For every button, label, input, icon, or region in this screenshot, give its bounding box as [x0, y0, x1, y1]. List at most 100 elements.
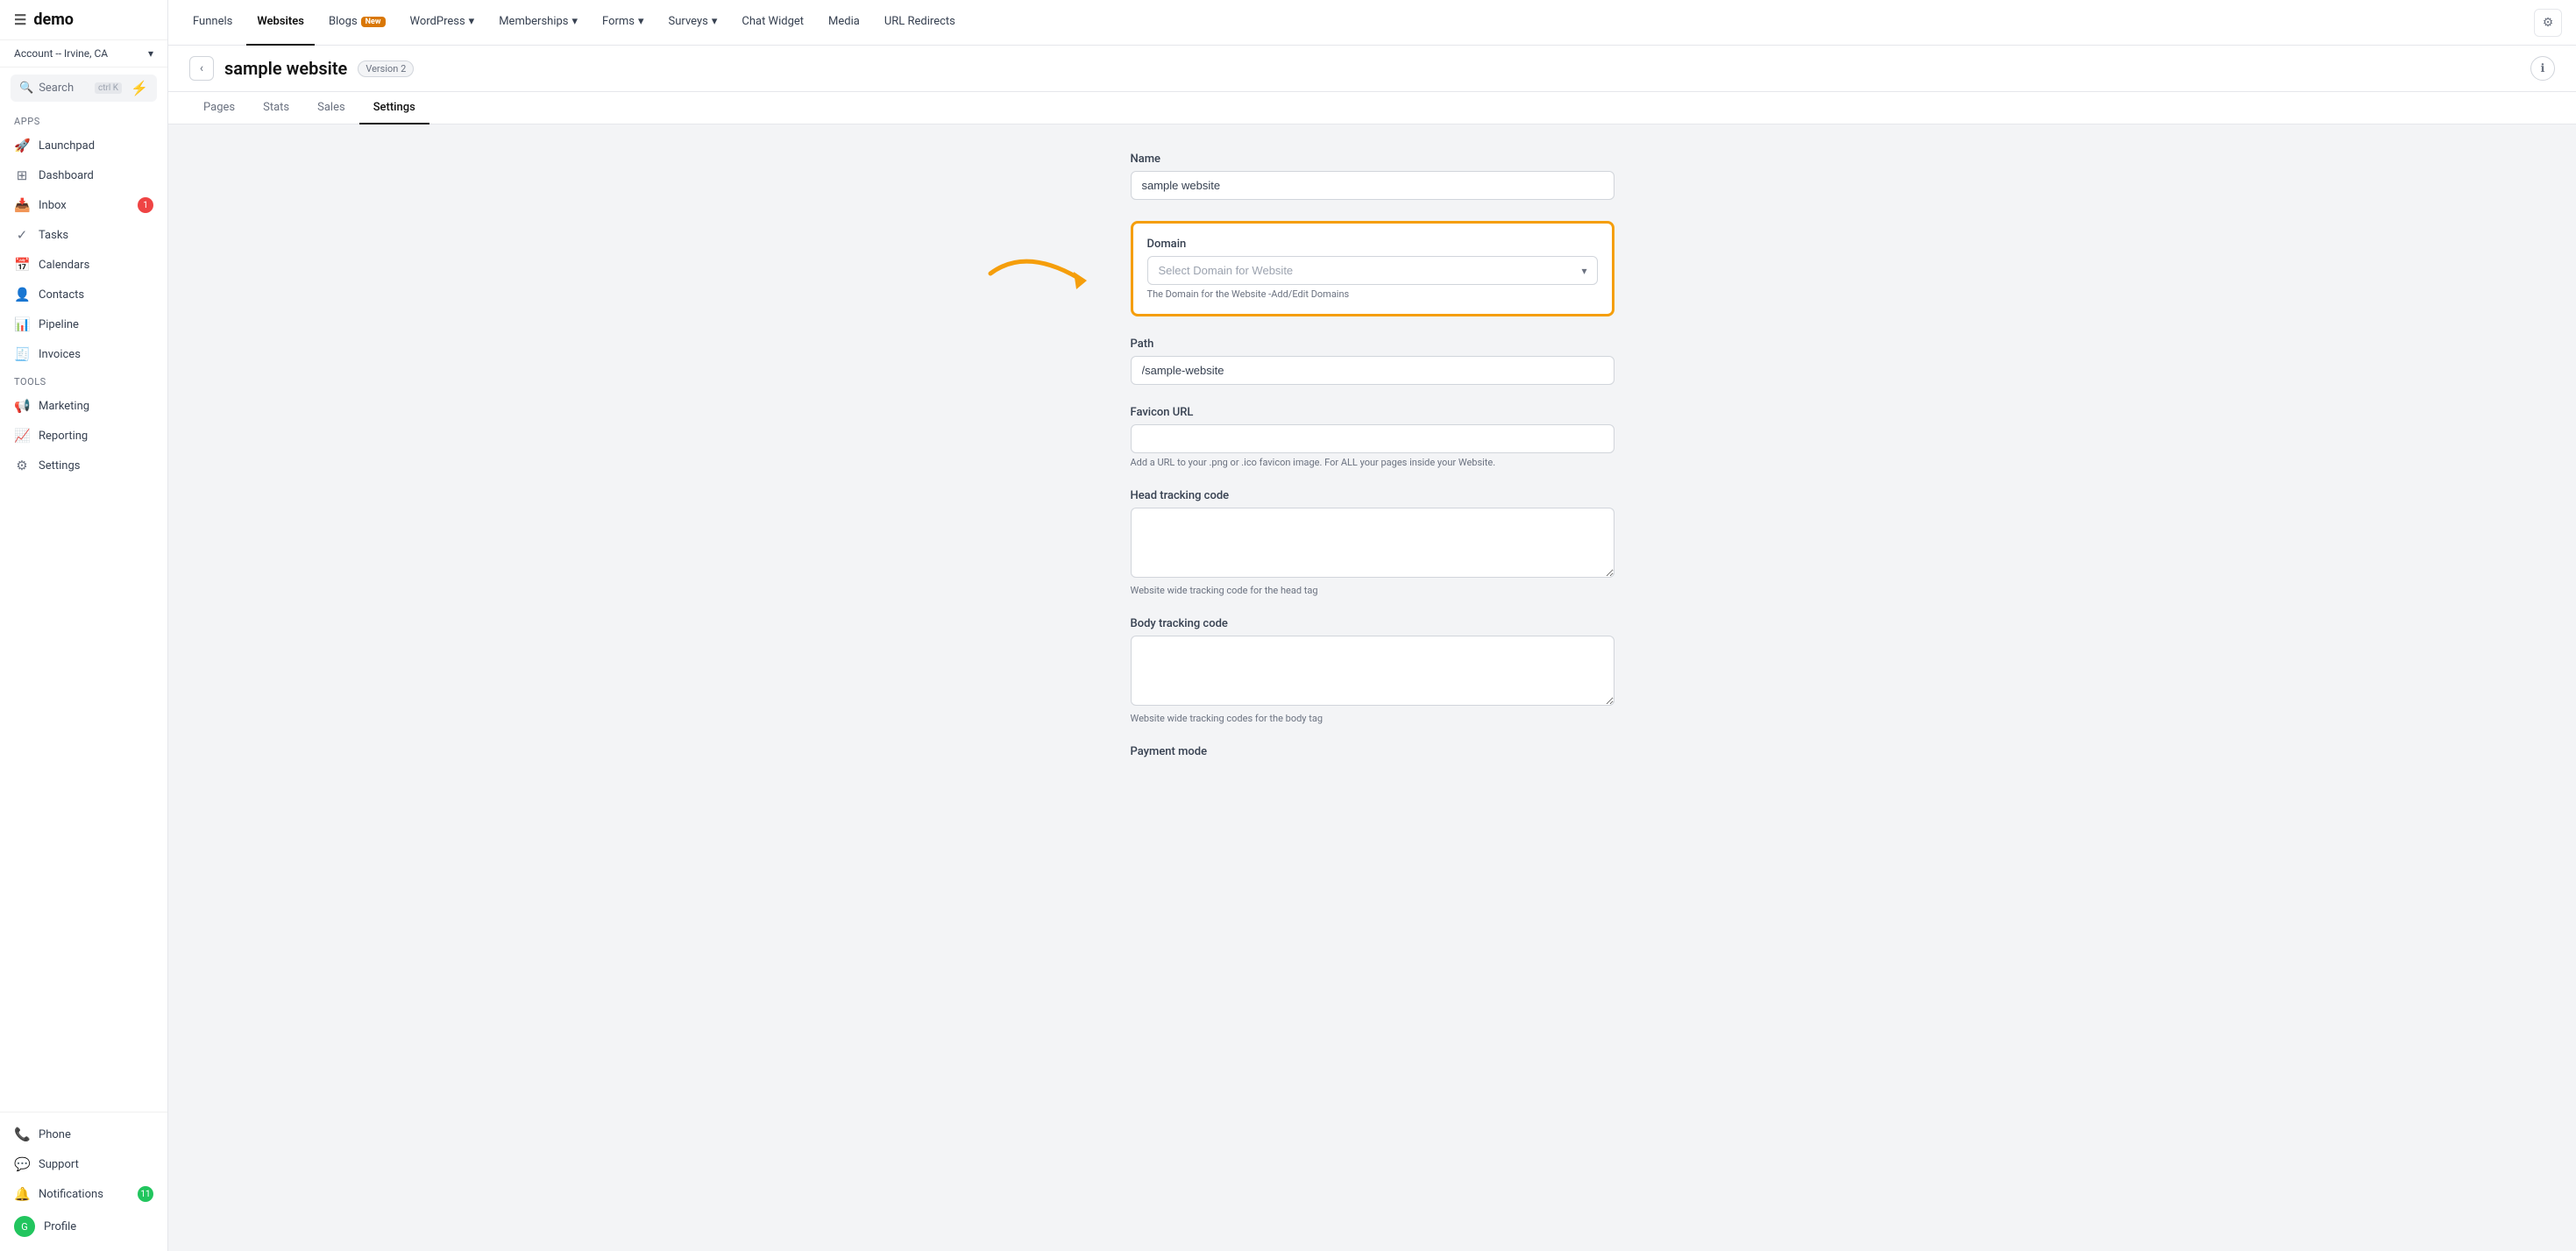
account-label: Account -- Irvine, CA	[14, 47, 108, 60]
sidebar-item-label: Reporting	[39, 430, 88, 443]
body-tracking-input[interactable]	[1131, 636, 1614, 706]
chevron-left-icon: ‹	[200, 61, 203, 75]
page-header: ‹ sample website Version 2 ℹ	[168, 46, 2576, 92]
media-label: Media	[828, 15, 860, 28]
path-input[interactable]	[1131, 356, 1614, 385]
topnav-blogs[interactable]: Blogs New	[318, 0, 396, 46]
sidebar-item-marketing[interactable]: 📢 Marketing	[0, 391, 167, 421]
tab-stats[interactable]: Stats	[249, 92, 303, 124]
contacts-icon: 👤	[14, 287, 30, 302]
sidebar-item-invoices[interactable]: 🧾 Invoices	[0, 339, 167, 369]
sidebar-item-label: Contacts	[39, 288, 84, 302]
topnav-chat-widget[interactable]: Chat Widget	[731, 0, 814, 46]
tab-sales[interactable]: Sales	[303, 92, 359, 124]
topnav-surveys[interactable]: Surveys ▾	[658, 0, 728, 46]
sidebar-item-settings[interactable]: ⚙ Settings	[0, 451, 167, 480]
topnav-funnels[interactable]: Funnels	[182, 0, 243, 46]
invoices-icon: 🧾	[14, 346, 30, 362]
settings-gear-button[interactable]: ⚙	[2534, 9, 2562, 37]
sidebar-item-contacts[interactable]: 👤 Contacts	[0, 280, 167, 309]
topnav: Funnels Websites Blogs New WordPress ▾ M…	[168, 0, 2576, 46]
sidebar-item-dashboard[interactable]: ⊞ Dashboard	[0, 160, 167, 190]
topnav-url-redirects[interactable]: URL Redirects	[874, 0, 966, 46]
hamburger-icon[interactable]: ☰	[14, 11, 26, 28]
sidebar-item-label: Phone	[39, 1128, 71, 1141]
sidebar-item-calendars[interactable]: 📅 Calendars	[0, 250, 167, 280]
chat-widget-label: Chat Widget	[742, 15, 804, 28]
settings-content: Name Domain Select Domain for Website	[168, 124, 2576, 1251]
tasks-icon: ✓	[14, 227, 30, 243]
sidebar-item-launchpad[interactable]: 🚀 Launchpad	[0, 131, 167, 160]
topnav-memberships[interactable]: Memberships ▾	[488, 0, 588, 46]
dashboard-icon: ⊞	[14, 167, 30, 183]
sidebar-item-label: Calendars	[39, 259, 89, 272]
memberships-label: Memberships	[499, 15, 568, 28]
favicon-input[interactable]	[1131, 424, 1614, 453]
favicon-group: Favicon URL Add a URL to your .png or .i…	[1131, 406, 1614, 468]
calendars-icon: 📅	[14, 257, 30, 273]
websites-label: Websites	[257, 15, 304, 28]
sidebar-logo: ☰ demo	[0, 0, 167, 40]
favicon-label: Favicon URL	[1131, 406, 1614, 419]
support-icon: 💬	[14, 1156, 30, 1172]
sidebar-item-inbox[interactable]: 📥 Inbox 1	[0, 190, 167, 220]
memberships-chevron-icon: ▾	[572, 15, 578, 28]
sidebar-item-profile[interactable]: G Profile	[0, 1209, 167, 1244]
search-icon: 🔍	[19, 82, 33, 95]
search-shortcut: ctrl K	[95, 82, 122, 94]
blogs-label: Blogs	[329, 15, 358, 28]
notifications-icon: 🔔	[14, 1186, 30, 1202]
head-tracking-input[interactable]	[1131, 508, 1614, 578]
sidebar-item-label: Dashboard	[39, 169, 94, 182]
domain-group: Domain Select Domain for Website ▾ The D…	[1131, 221, 1614, 316]
name-input[interactable]	[1131, 171, 1614, 200]
search-bar[interactable]: 🔍 Search ctrl K ⚡	[11, 75, 157, 102]
head-tracking-label: Head tracking code	[1131, 489, 1614, 502]
info-icon: ℹ	[2541, 62, 2545, 75]
path-group: Path	[1131, 338, 1614, 385]
sidebar-bottom: 📞 Phone 💬 Support 🔔 Notifications 11 G P…	[0, 1112, 167, 1251]
topnav-media[interactable]: Media	[818, 0, 870, 46]
back-button[interactable]: ‹	[189, 56, 214, 81]
sidebar-item-pipeline[interactable]: 📊 Pipeline	[0, 309, 167, 339]
sidebar-item-label: Notifications	[39, 1188, 103, 1201]
settings-icon: ⚙	[14, 458, 30, 473]
marketing-icon: 📢	[14, 398, 30, 414]
name-group: Name	[1131, 153, 1614, 200]
payment-mode-label: Payment mode	[1131, 745, 1614, 758]
apps-section-label: Apps	[0, 109, 167, 131]
topnav-websites[interactable]: Websites	[246, 0, 315, 46]
url-redirects-label: URL Redirects	[884, 15, 955, 28]
sidebar-item-label: Support	[39, 1158, 79, 1171]
logo-text: demo	[33, 11, 74, 29]
sidebar-item-notifications[interactable]: 🔔 Notifications 11	[0, 1179, 167, 1209]
gear-icon: ⚙	[2543, 16, 2554, 30]
lightning-icon: ⚡	[131, 80, 148, 96]
main-content: Funnels Websites Blogs New WordPress ▾ M…	[168, 0, 2576, 1251]
sidebar-item-label: Invoices	[39, 348, 81, 361]
info-button[interactable]: ℹ	[2530, 56, 2555, 81]
favicon-hint: Add a URL to your .png or .ico favicon i…	[1131, 457, 1614, 468]
tab-pages[interactable]: Pages	[189, 92, 249, 124]
inbox-icon: 📥	[14, 197, 30, 213]
launchpad-icon: 🚀	[14, 138, 30, 153]
page-title: sample website	[224, 58, 347, 79]
account-selector[interactable]: Account -- Irvine, CA ▾	[0, 40, 167, 68]
sidebar-item-reporting[interactable]: 📈 Reporting	[0, 421, 167, 451]
notifications-badge: 11	[138, 1186, 153, 1202]
sidebar-item-label: Profile	[44, 1220, 76, 1233]
tools-section-label: Tools	[0, 369, 167, 391]
sidebar-item-support[interactable]: 💬 Support	[0, 1149, 167, 1179]
domain-select-wrapper: Select Domain for Website ▾	[1147, 256, 1598, 285]
inbox-badge: 1	[138, 197, 153, 213]
sidebar-item-label: Launchpad	[39, 139, 95, 153]
forms-chevron-icon: ▾	[638, 15, 644, 28]
tab-settings[interactable]: Settings	[359, 92, 429, 124]
sidebar-item-phone[interactable]: 📞 Phone	[0, 1120, 167, 1149]
domain-select[interactable]: Select Domain for Website	[1147, 256, 1598, 285]
sidebar-item-tasks[interactable]: ✓ Tasks	[0, 220, 167, 250]
topnav-forms[interactable]: Forms ▾	[592, 0, 655, 46]
body-tracking-hint: Website wide tracking codes for the body…	[1131, 713, 1614, 724]
topnav-wordpress[interactable]: WordPress ▾	[400, 0, 486, 46]
domain-hint: The Domain for the Website -Add/Edit Dom…	[1147, 288, 1598, 300]
